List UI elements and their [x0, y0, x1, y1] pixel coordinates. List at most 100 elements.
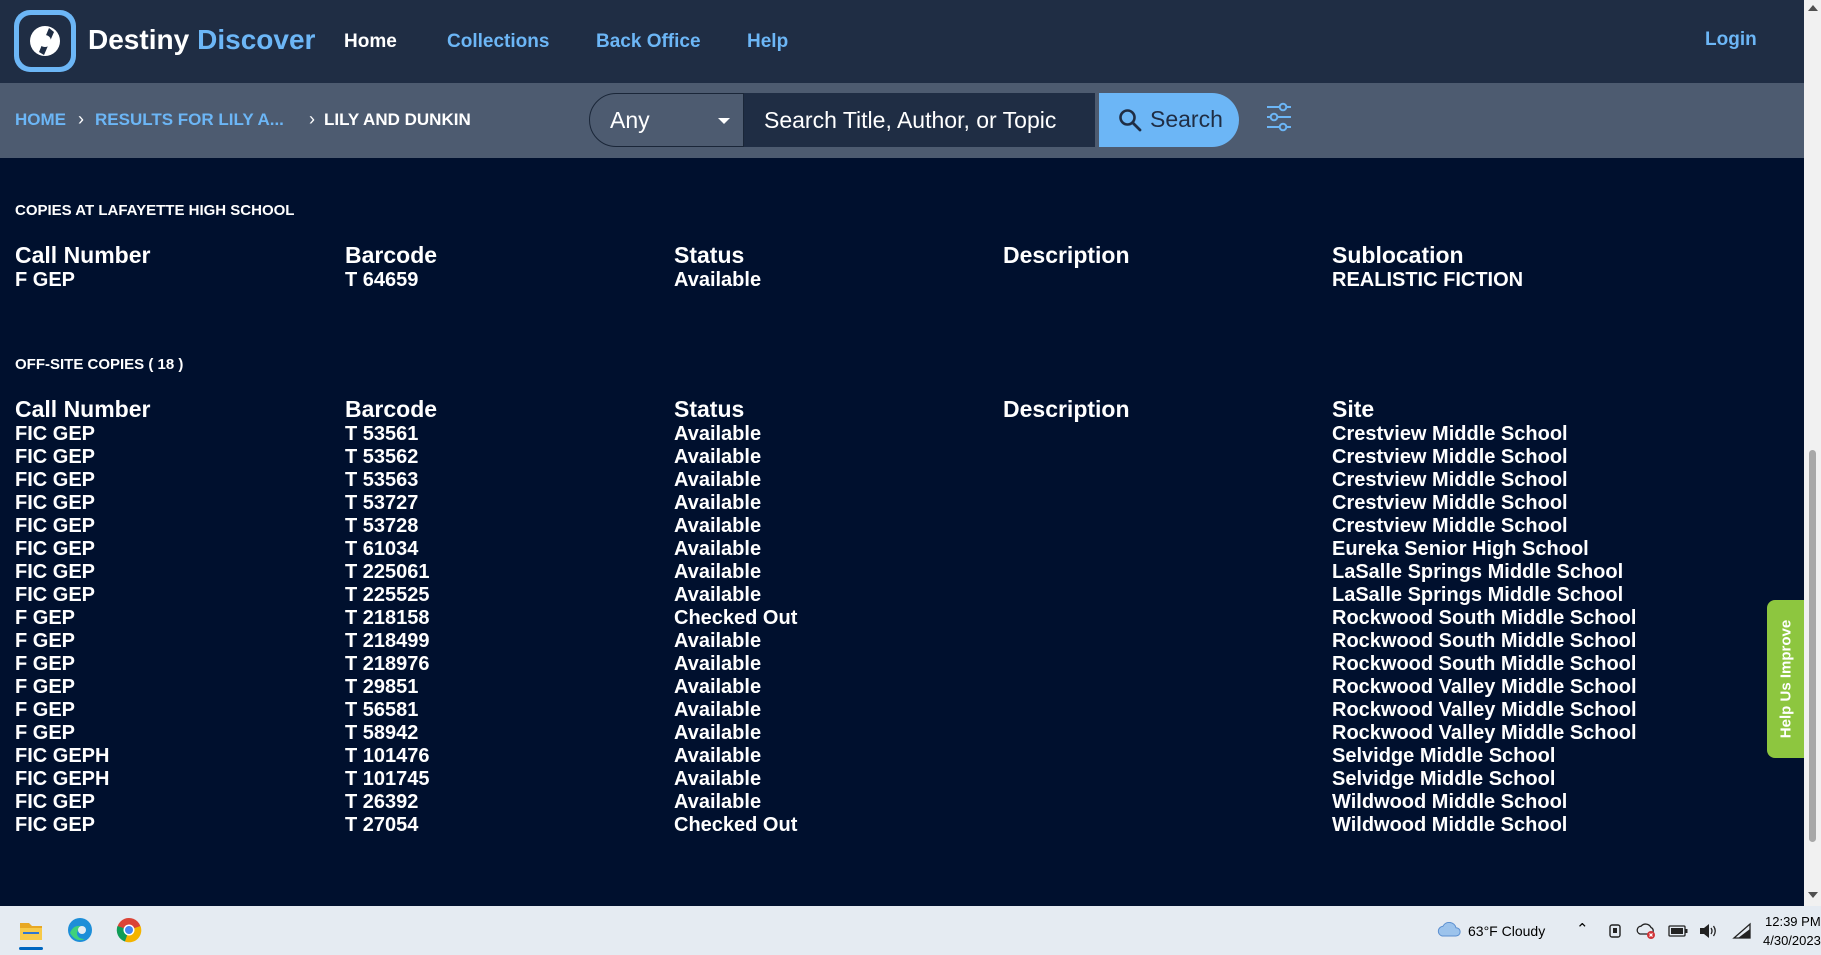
battery-icon[interactable]	[1668, 924, 1688, 938]
brand-name[interactable]: Destiny Discover	[88, 24, 315, 56]
cell-barcode: T 61034	[345, 538, 419, 560]
cell-barcode: T 64659	[345, 269, 419, 291]
cell-site: Crestview Middle School	[1332, 492, 1568, 514]
cell-call-number: FIC GEP	[15, 492, 96, 514]
cell-call-number: FIC GEP	[15, 814, 96, 836]
table-row: FIC GEP T 61034 Available Eureka Senior Hig…	[0, 538, 1700, 561]
scrollbar-thumb[interactable]	[1809, 450, 1816, 842]
cell-call-number: F GEP	[15, 699, 76, 721]
chrome-icon[interactable]	[109, 911, 149, 949]
nav-collections[interactable]: Collections	[447, 31, 549, 53]
cell-call-number: FIC GEPH	[15, 745, 110, 767]
cell-barcode: T 218499	[345, 630, 430, 652]
search-button-label: Search	[1150, 106, 1223, 132]
help-us-improve-label: Help Us Improve	[1777, 619, 1795, 739]
cell-site: LaSalle Springs Middle School	[1332, 561, 1624, 583]
nav-home[interactable]: Home	[344, 31, 397, 53]
cell-site: Crestview Middle School	[1332, 469, 1568, 491]
clock-date[interactable]: 4/30/2023	[1763, 933, 1821, 948]
onedrive-error-icon[interactable]	[1636, 922, 1656, 940]
search-scope-select[interactable]: Any	[589, 93, 744, 147]
page-scrollbar[interactable]	[1804, 0, 1821, 906]
wifi-icon[interactable]	[1732, 922, 1752, 940]
cell-call-number: FIC GEP	[15, 538, 96, 560]
column-header-barcode: Barcode	[345, 242, 438, 268]
search-bar-section: HOME › RESULTS FOR LILY A... › LILY AND …	[0, 83, 1804, 158]
cell-call-number: FIC GEP	[15, 515, 96, 537]
scroll-down-arrow-icon[interactable]	[1808, 892, 1818, 898]
cell-barcode: T 218976	[345, 653, 430, 675]
table-row: FIC GEP T 53563 Available Crestview Middle …	[0, 469, 1700, 492]
table-row: FIC GEP T 26392 Available Wildwood Middle S…	[0, 791, 1700, 814]
help-us-improve-tab[interactable]: Help Us Improve	[1767, 600, 1804, 758]
scroll-up-arrow-icon[interactable]	[1808, 5, 1818, 11]
cell-status: Available	[674, 446, 762, 468]
cell-barcode: T 53563	[345, 469, 419, 491]
cell-site: Rockwood Valley Middle School	[1332, 676, 1637, 698]
destiny-logo-icon[interactable]	[14, 10, 76, 72]
cell-status: Available	[674, 538, 762, 560]
chevron-up-icon[interactable]: ⌃	[1576, 920, 1589, 938]
brand-discover: Discover	[197, 24, 316, 55]
table-row: FIC GEP T 27054 Checked Out Wildwood Middle…	[0, 814, 1700, 837]
column-header-call-number: Call Number	[15, 396, 151, 422]
cell-site: Rockwood South Middle School	[1332, 630, 1637, 652]
cell-call-number: F GEP	[15, 676, 76, 698]
nav-back-office[interactable]: Back Office	[596, 31, 701, 53]
cell-call-number: F GEP	[15, 722, 76, 744]
cell-status: Available	[674, 791, 762, 813]
cell-barcode: T 53562	[345, 446, 419, 468]
table-row: F GEP T 218976 Available Rockwood South Mid…	[0, 653, 1700, 676]
breadcrumb-results[interactable]: RESULTS FOR LILY A...	[95, 110, 284, 130]
cell-status: Available	[674, 653, 762, 675]
table-row: F GEP T 58942 Available Rockwood Valley Mid…	[0, 722, 1700, 745]
cell-call-number: FIC GEP	[15, 469, 96, 491]
column-header-status: Status	[674, 242, 745, 268]
copies-content: COPIES AT LAFAYETTE HIGH SCHOOL Call Num…	[0, 158, 1804, 906]
breadcrumb-current: LILY AND DUNKIN	[324, 110, 471, 129]
cell-status: Available	[674, 561, 762, 583]
meet-now-icon[interactable]	[1608, 923, 1622, 939]
cell-status: Available	[674, 423, 762, 445]
file-explorer-icon[interactable]	[11, 911, 51, 950]
table-row: F GEP T 29851 Available Rockwood Valley Mid…	[0, 676, 1700, 699]
cell-call-number: FIC GEP	[15, 561, 96, 583]
cell-site: Rockwood South Middle School	[1332, 607, 1637, 629]
column-header-status: Status	[674, 396, 745, 422]
cell-call-number: FIC GEP	[15, 423, 96, 445]
search-input[interactable]	[744, 93, 1095, 147]
table-row: F GEP T 218158 Checked Out Rockwood South M…	[0, 607, 1700, 630]
search-button[interactable]: Search	[1099, 93, 1239, 147]
cloud-icon	[1437, 922, 1461, 937]
cell-site: Rockwood Valley Middle School	[1332, 699, 1637, 721]
cell-call-number: FIC GEP	[15, 791, 96, 813]
column-header-barcode: Barcode	[345, 396, 438, 422]
brand-destiny: Destiny	[88, 24, 190, 55]
cell-barcode: T 225525	[345, 584, 430, 606]
cell-barcode: T 56581	[345, 699, 419, 721]
cell-status: Available	[674, 699, 762, 721]
clock-time[interactable]: 12:39 PM	[1765, 914, 1821, 929]
cell-status: Available	[674, 269, 762, 291]
cell-barcode: T 218158	[345, 607, 430, 629]
breadcrumb-home[interactable]: HOME	[15, 110, 66, 130]
filter-settings-icon[interactable]	[1265, 102, 1293, 132]
volume-icon[interactable]	[1698, 922, 1718, 940]
cell-status: Available	[674, 630, 762, 652]
weather-text[interactable]: 63°F Cloudy	[1468, 923, 1545, 939]
cell-site: REALISTIC FICTION	[1332, 269, 1524, 291]
table-row: FIC GEPH T 101745 Available Selvidge Middle…	[0, 768, 1700, 791]
login-link[interactable]: Login	[1705, 29, 1757, 51]
edge-icon[interactable]	[60, 911, 100, 949]
table-row: F GEP T 56581 Available Rockwood Valley Mid…	[0, 699, 1700, 722]
cell-barcode: T 26392	[345, 791, 419, 813]
chevron-down-icon	[718, 118, 730, 124]
cell-status: Available	[674, 492, 762, 514]
nav-help[interactable]: Help	[747, 31, 788, 53]
cell-site: Crestview Middle School	[1332, 515, 1568, 537]
table-row: F GEP T 64659 Available REALISTIC FICTION	[0, 269, 1700, 292]
cell-site: Selvidge Middle School	[1332, 745, 1556, 767]
breadcrumb-chevron-icon: ›	[309, 109, 315, 129]
cell-site: Crestview Middle School	[1332, 423, 1568, 445]
cell-site: Selvidge Middle School	[1332, 768, 1556, 790]
